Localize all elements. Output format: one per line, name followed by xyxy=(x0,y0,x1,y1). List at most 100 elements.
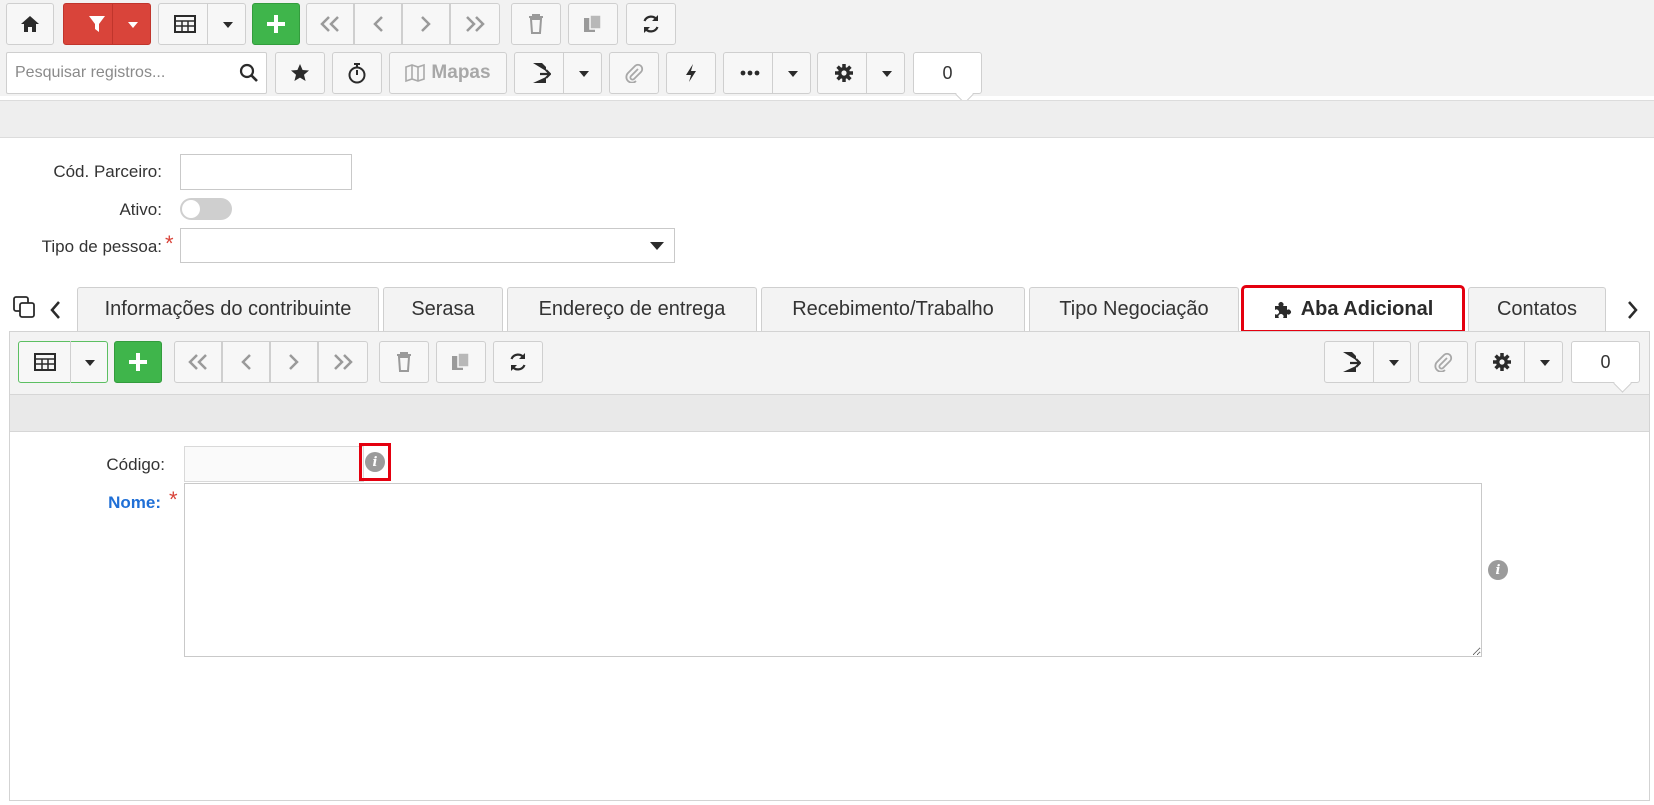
sub-refresh-button[interactable] xyxy=(493,341,543,383)
last-icon xyxy=(334,354,353,370)
trash-icon xyxy=(397,352,411,372)
export-icon xyxy=(1342,352,1361,372)
chevron-down-icon xyxy=(1389,360,1399,366)
tabs-scroll-right-icon[interactable] xyxy=(1627,300,1639,320)
sub-add-button[interactable] xyxy=(114,341,162,383)
more-options-button[interactable] xyxy=(723,52,811,94)
more-icon xyxy=(740,70,760,76)
chevron-down-icon xyxy=(223,22,233,28)
home-icon xyxy=(21,16,39,32)
sub-delete-button[interactable] xyxy=(379,341,429,383)
sub-first-record-button[interactable] xyxy=(174,341,222,383)
paperclip-icon xyxy=(1434,352,1453,372)
tab-recebimento-trabalho[interactable]: Recebimento/Trabalho xyxy=(761,287,1025,331)
plus-icon xyxy=(129,353,147,371)
ativo-toggle[interactable] xyxy=(180,198,232,220)
tab-endereco-entrega[interactable]: Endereço de entrega xyxy=(507,287,757,331)
prev-icon xyxy=(241,354,251,370)
filter-icon xyxy=(89,16,105,32)
sub-attachments-button[interactable] xyxy=(1418,341,1468,383)
duplicate-button[interactable] xyxy=(568,3,618,45)
previous-record-button[interactable] xyxy=(354,3,402,45)
sub-export-button[interactable] xyxy=(1324,341,1411,383)
last-icon xyxy=(466,16,485,32)
required-marker: * xyxy=(165,231,174,256)
chevron-down-icon xyxy=(579,71,589,77)
trash-icon xyxy=(529,14,543,34)
sub-duplicate-button[interactable] xyxy=(436,341,486,383)
attachments-button[interactable] xyxy=(609,52,659,94)
tab-aba-adicional-label: Aba Adicional xyxy=(1300,298,1434,320)
first-record-button[interactable] xyxy=(306,3,354,45)
paperclip-icon xyxy=(625,63,644,83)
nome-label: Nome: xyxy=(108,493,161,512)
copy-icon xyxy=(584,14,602,32)
cod-parceiro-label: Cód. Parceiro: xyxy=(53,162,162,181)
search-input[interactable] xyxy=(13,63,233,83)
gear-icon xyxy=(835,64,853,82)
next-icon xyxy=(289,354,299,370)
sub-header-strip xyxy=(10,394,1649,432)
filter-button[interactable] xyxy=(63,3,151,45)
required-marker: * xyxy=(169,487,178,512)
tab-serasa[interactable]: Serasa xyxy=(383,287,503,331)
view-mode-button[interactable] xyxy=(158,3,246,45)
add-button[interactable] xyxy=(252,3,300,45)
chevron-down-icon xyxy=(85,360,95,366)
chevron-down-icon xyxy=(1540,360,1550,366)
map-icon xyxy=(405,63,426,83)
star-icon xyxy=(291,64,309,81)
sub-view-mode-button[interactable] xyxy=(18,341,108,383)
maps-button[interactable]: Mapas xyxy=(389,52,507,94)
next-record-button[interactable] xyxy=(402,3,450,45)
aba-adicional-panel: 0 Código: i Nome: * i xyxy=(9,331,1650,801)
sub-previous-record-button[interactable] xyxy=(222,341,270,383)
sub-settings-button[interactable] xyxy=(1475,341,1563,383)
caret-down-icon xyxy=(650,242,664,250)
maps-label: Mapas xyxy=(431,62,491,83)
tab-aba-adicional[interactable]: Aba Adicional xyxy=(1241,285,1465,333)
refresh-icon xyxy=(643,15,659,33)
delete-button[interactable] xyxy=(511,3,561,45)
last-record-button[interactable] xyxy=(450,3,500,45)
settings-button[interactable] xyxy=(817,52,905,94)
first-icon xyxy=(188,354,207,370)
toggle-knob xyxy=(182,200,200,218)
chevron-down-icon xyxy=(128,22,138,28)
cod-parceiro-field[interactable] xyxy=(180,154,352,190)
plus-icon xyxy=(267,15,285,33)
export-button[interactable] xyxy=(514,52,602,94)
nome-textarea[interactable] xyxy=(184,483,1482,657)
tabs-scroll-left-icon[interactable] xyxy=(49,300,61,320)
ativo-label: Ativo: xyxy=(119,200,162,219)
tab-informacoes-contribuinte[interactable]: Informações do contribuinte xyxy=(77,287,379,331)
timer-button[interactable] xyxy=(332,52,382,94)
grid-icon xyxy=(34,353,56,371)
bolt-icon xyxy=(686,64,696,82)
chevron-down-icon xyxy=(788,71,798,77)
detach-tabs-icon[interactable] xyxy=(13,296,37,320)
sub-record-counter: 0 xyxy=(1571,341,1640,383)
refresh-button[interactable] xyxy=(626,3,676,45)
codigo-info-icon[interactable]: i xyxy=(365,452,385,472)
actions-button[interactable] xyxy=(666,52,716,94)
tipo-pessoa-label: Tipo de pessoa: xyxy=(41,237,162,256)
tab-contatos[interactable]: Contatos xyxy=(1468,287,1606,331)
codigo-label: Código: xyxy=(106,455,165,474)
sub-last-record-button[interactable] xyxy=(318,341,368,383)
copy-icon xyxy=(452,352,470,370)
refresh-icon xyxy=(510,353,526,371)
gear-icon xyxy=(1493,353,1511,371)
codigo-field[interactable] xyxy=(184,446,364,482)
nome-info-icon[interactable]: i xyxy=(1488,560,1508,580)
header-strip xyxy=(0,100,1654,138)
home-button[interactable] xyxy=(6,3,54,45)
search-icon[interactable] xyxy=(239,63,259,83)
grid-icon xyxy=(174,15,196,33)
prev-icon xyxy=(373,16,383,32)
sub-next-record-button[interactable] xyxy=(270,341,318,383)
tab-tipo-negociacao[interactable]: Tipo Negociação xyxy=(1029,287,1239,331)
favorites-button[interactable] xyxy=(275,52,325,94)
next-icon xyxy=(421,16,431,32)
tipo-pessoa-select[interactable] xyxy=(180,228,675,263)
